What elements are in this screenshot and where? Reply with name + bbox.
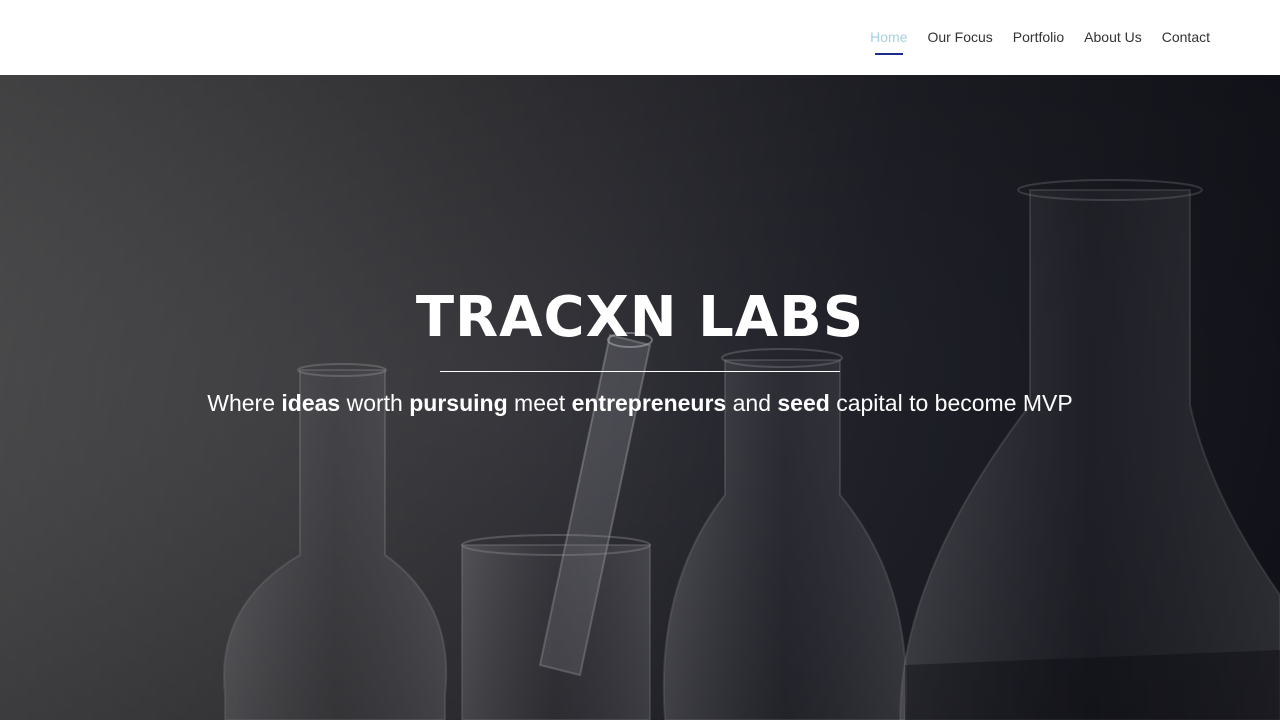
nav-about-us[interactable]: About Us xyxy=(1084,0,1142,75)
site-header: Home Our Focus Portfolio About Us Contac… xyxy=(0,0,1280,75)
tagline-text-4: and xyxy=(726,390,778,416)
tagline-bold-seed: seed xyxy=(777,390,830,416)
nav-contact[interactable]: Contact xyxy=(1162,0,1210,75)
hero-section: TRACXN LABS Where ideas worth pursuing m… xyxy=(0,75,1280,720)
tagline-text-2: worth xyxy=(340,390,410,416)
tagline-text-3: meet xyxy=(507,390,572,416)
nav-home[interactable]: Home xyxy=(870,0,907,75)
hero-tagline: Where ideas worth pursuing meet entrepre… xyxy=(0,390,1280,417)
tagline-text-5: capital to become MVP xyxy=(829,390,1073,416)
hero-content: TRACXN LABS Where ideas worth pursuing m… xyxy=(0,285,1280,417)
tagline-bold-pursuing: pursuing xyxy=(409,390,508,416)
tagline-text-1: Where xyxy=(207,390,282,416)
tagline-bold-entrepreneurs: entrepreneurs xyxy=(571,390,727,416)
main-nav: Home Our Focus Portfolio About Us Contac… xyxy=(870,0,1210,75)
hero-title: TRACXN LABS xyxy=(415,285,865,350)
nav-our-focus[interactable]: Our Focus xyxy=(927,0,992,75)
nav-portfolio[interactable]: Portfolio xyxy=(1013,0,1064,75)
hero-divider xyxy=(440,371,840,372)
tagline-bold-ideas: ideas xyxy=(281,390,341,416)
